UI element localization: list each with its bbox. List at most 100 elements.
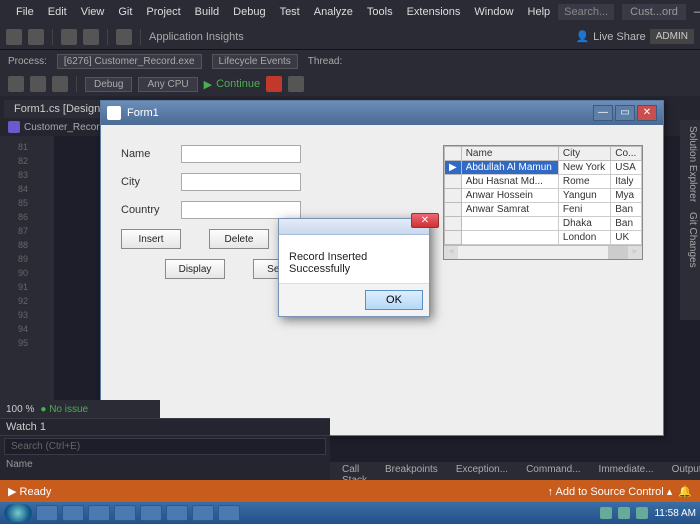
git-changes-tab[interactable]: Git Changes — [682, 212, 698, 268]
breadcrumb-text[interactable]: Customer_Record — [24, 122, 105, 133]
menu-extensions[interactable]: Extensions — [401, 3, 467, 21]
tray-icon[interactable] — [600, 507, 612, 519]
process-combo[interactable]: [6276] Customer_Record.exe — [57, 54, 202, 69]
taskbar-item[interactable] — [36, 505, 58, 521]
menu-test[interactable]: Test — [274, 3, 306, 21]
app-window-titlebar[interactable]: Form1 — ▭ ✕ — [101, 101, 663, 125]
platform-combo[interactable]: Any CPU — [138, 77, 197, 92]
debug-process-bar: Process: [6276] Customer_Record.exe Life… — [0, 50, 700, 72]
taskbar-item[interactable] — [88, 505, 110, 521]
app-close-button[interactable]: ✕ — [637, 105, 657, 121]
city-input[interactable] — [181, 173, 301, 191]
tab-callstack[interactable]: Call Stack — [334, 462, 375, 480]
tab-immediate[interactable]: Immediate... — [591, 462, 662, 480]
menu-view[interactable]: View — [75, 3, 111, 21]
message-box-titlebar[interactable]: ✕ — [279, 219, 429, 235]
tab-output[interactable]: Output — [664, 462, 700, 480]
watch-search-input[interactable]: Search (Ctrl+E) — [4, 438, 326, 455]
lifecycle-combo[interactable]: Lifecycle Events — [212, 54, 298, 69]
menu-git[interactable]: Git — [112, 3, 138, 21]
scroll-thumb[interactable] — [608, 246, 628, 259]
tab-command[interactable]: Command... — [518, 462, 588, 480]
toolbar-debug: Debug Any CPU ▶ Continue — [0, 72, 700, 96]
back-icon[interactable] — [6, 29, 22, 45]
grid-row[interactable]: Anwar HosseinYangunMya — [445, 189, 642, 203]
menu-tools[interactable]: Tools — [361, 3, 399, 21]
window-minimize-icon[interactable]: — — [694, 6, 700, 18]
tab-breakpoints[interactable]: Breakpoints — [377, 462, 446, 480]
grid-row[interactable]: LondonUK — [445, 231, 642, 245]
grid-row[interactable]: DhakaBan — [445, 217, 642, 231]
menu-help[interactable]: Help — [522, 3, 557, 21]
step-icon[interactable] — [288, 76, 304, 92]
name-label: Name — [121, 148, 181, 160]
system-tray[interactable]: 11:58 AM — [600, 507, 696, 519]
menu-window[interactable]: Window — [468, 3, 519, 21]
grid-header-country[interactable]: Co... — [611, 147, 642, 161]
grid-row[interactable]: ▶ Abdullah Al Mamun New YorkUSA — [445, 161, 642, 175]
menu-build[interactable]: Build — [189, 3, 225, 21]
taskbar-item[interactable] — [218, 505, 240, 521]
solution-explorer-tab[interactable]: Solution Explorer — [682, 126, 698, 202]
save-icon[interactable] — [61, 29, 77, 45]
app-maximize-button[interactable]: ▭ — [615, 105, 635, 121]
tab-exception[interactable]: Exception... — [448, 462, 516, 480]
insert-button[interactable]: Insert — [121, 229, 181, 249]
grid-corner — [445, 147, 462, 161]
save-icon-2[interactable] — [52, 76, 68, 92]
config-combo[interactable]: Debug — [85, 77, 132, 92]
message-box: ✕ Record Inserted Successfully OK — [278, 218, 430, 317]
new-project-icon[interactable] — [8, 76, 24, 92]
clock[interactable]: 11:58 AM — [654, 508, 696, 519]
status-ready: ▶ Ready — [8, 485, 51, 498]
source-control-button[interactable]: ↑ Add to Source Control ▴ — [548, 485, 673, 498]
scroll-right-icon[interactable]: ▸ — [628, 246, 642, 259]
taskbar-item[interactable] — [114, 505, 136, 521]
app-minimize-button[interactable]: — — [593, 105, 613, 121]
scroll-left-icon[interactable]: ◂ — [444, 246, 458, 259]
taskbar-item[interactable] — [192, 505, 214, 521]
delete-button[interactable]: Delete — [209, 229, 269, 249]
name-input[interactable] — [181, 145, 301, 163]
taskbar-item[interactable] — [166, 505, 188, 521]
data-grid[interactable]: Name City Co... ▶ Abdullah Al Mamun New … — [443, 145, 643, 260]
live-share-icon: 👤 — [575, 30, 589, 43]
thread-label: Thread: — [308, 56, 342, 67]
project-icon — [8, 121, 20, 133]
display-button[interactable]: Display — [165, 259, 225, 279]
taskbar-item[interactable] — [62, 505, 84, 521]
watch-column-name: Name — [0, 457, 330, 472]
grid-header-city[interactable]: City — [558, 147, 610, 161]
open-icon[interactable] — [30, 76, 46, 92]
start-button[interactable] — [4, 504, 32, 522]
grid-header-name[interactable]: Name — [461, 147, 558, 161]
status-bar: ▶ Ready ↑ Add to Source Control ▴ 🔔 — [0, 480, 700, 502]
notification-icon[interactable]: 🔔 — [678, 485, 692, 498]
city-label: City — [121, 176, 181, 188]
message-box-close-button[interactable]: ✕ — [411, 213, 439, 228]
continue-button[interactable]: ▶ Continue — [204, 78, 261, 91]
menu-edit[interactable]: Edit — [42, 3, 73, 21]
forward-icon[interactable] — [28, 29, 44, 45]
grid-row[interactable]: Anwar SamratFeniBan — [445, 203, 642, 217]
tray-icon[interactable] — [618, 507, 630, 519]
live-share-button[interactable]: 👤 Live Share ADMIN — [575, 29, 694, 44]
save-all-icon[interactable] — [83, 29, 99, 45]
taskbar-item[interactable] — [140, 505, 162, 521]
menu-debug[interactable]: Debug — [227, 3, 271, 21]
grid-hscroll[interactable]: ◂ ▸ — [444, 245, 642, 259]
country-input[interactable] — [181, 201, 301, 219]
search-input[interactable]: Search... — [558, 4, 614, 20]
message-box-ok-button[interactable]: OK — [365, 290, 423, 310]
zoom-label[interactable]: 100 % — [6, 404, 34, 415]
undo-icon[interactable] — [116, 29, 132, 45]
menu-analyze[interactable]: Analyze — [308, 3, 359, 21]
tray-icon[interactable] — [636, 507, 648, 519]
tab-form1-design[interactable]: Form1.cs [Design] — [4, 100, 113, 118]
menu-project[interactable]: Project — [140, 3, 186, 21]
menu-file[interactable]: File — [10, 3, 40, 21]
watch-panel: Watch 1 Search (Ctrl+E) Name — [0, 418, 330, 480]
app-insights-label[interactable]: Application Insights — [149, 31, 244, 43]
stop-icon[interactable] — [266, 76, 282, 92]
grid-row[interactable]: Abu Hasnat Md...RomeItaly — [445, 175, 642, 189]
